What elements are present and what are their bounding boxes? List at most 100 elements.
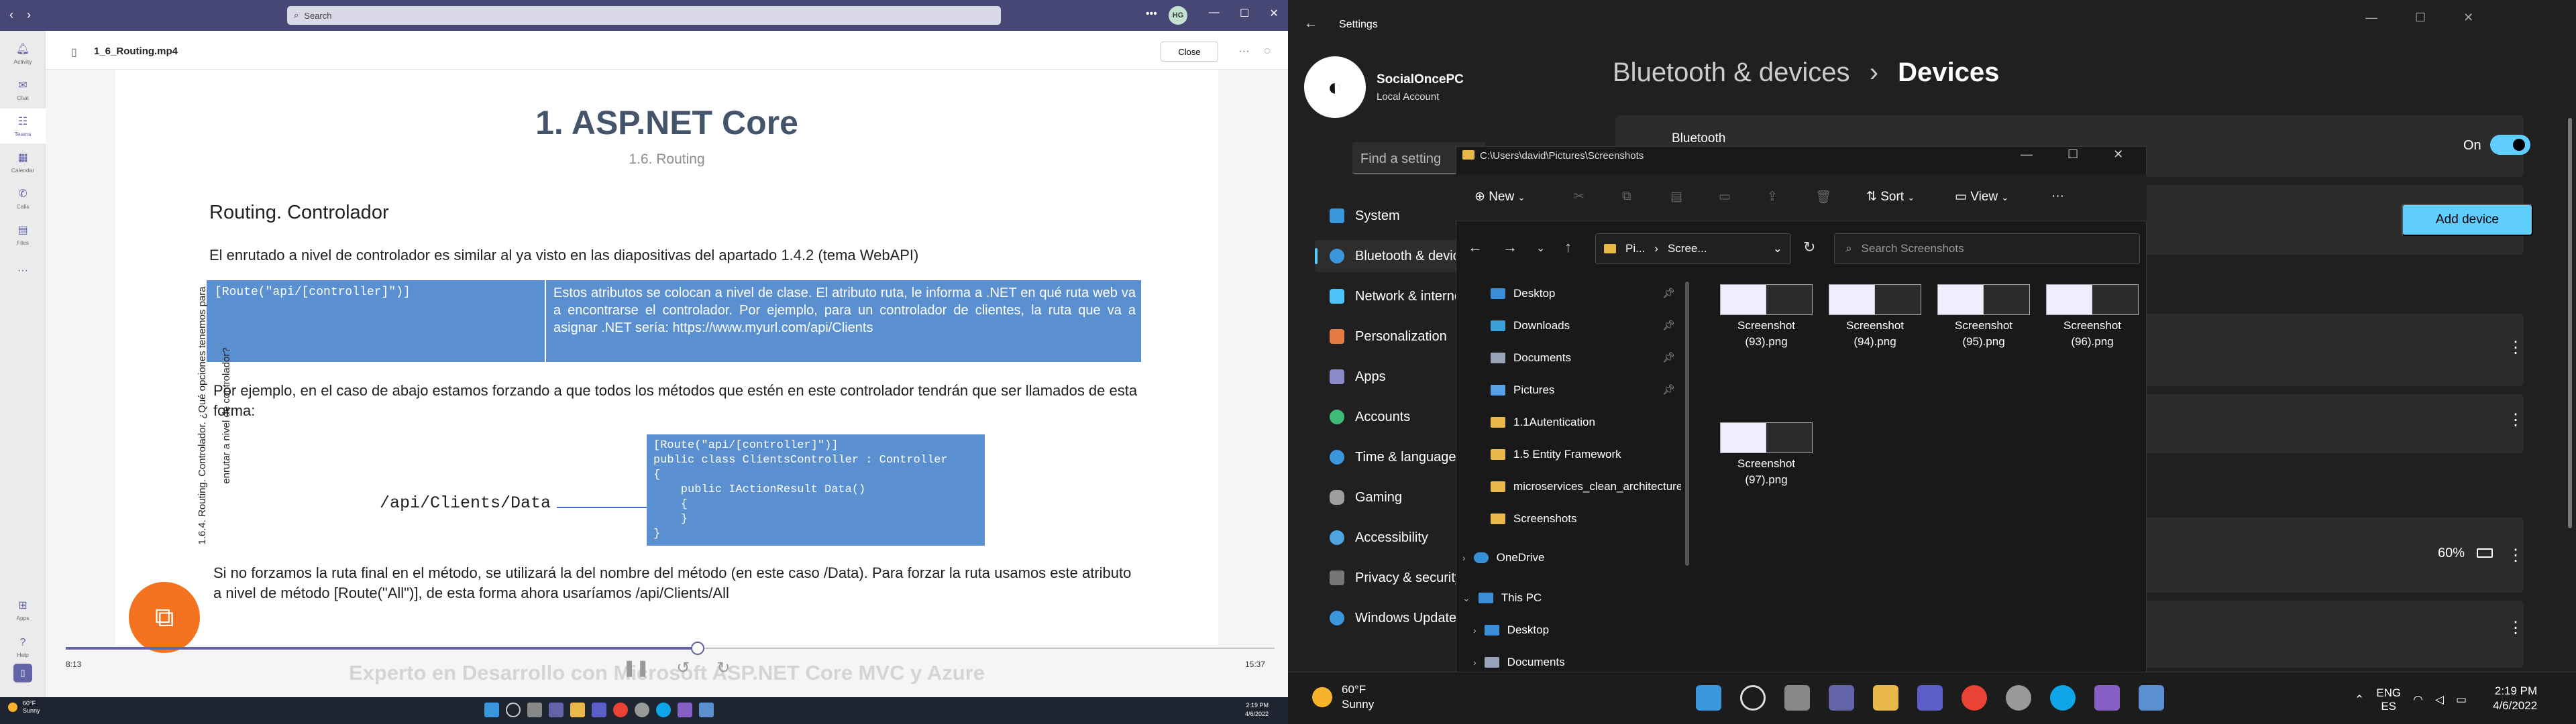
close-icon[interactable]: ✕ [1269, 7, 1278, 20]
user-avatar[interactable]: ◐ [1304, 56, 1366, 118]
volume-icon[interactable]: ◁ [2435, 693, 2444, 707]
teams-icon[interactable] [592, 703, 606, 717]
close-icon[interactable]: ✕ [2463, 11, 2473, 25]
rail-files[interactable]: ▤ Files [0, 217, 46, 252]
avatar[interactable]: HG [1169, 6, 1187, 25]
language-indicator[interactable]: ENG ES [2376, 686, 2401, 713]
file-name[interactable]: Screenshot (97).png [1716, 456, 1817, 488]
view-button[interactable]: ▭ View ⌄ [1955, 189, 2008, 204]
weather-widget[interactable]: 60°F Sunny [1312, 682, 1374, 712]
rail-calls[interactable]: ✆ Calls [0, 181, 46, 216]
file-thumbnail[interactable] [2046, 284, 2139, 315]
snipping-tool-icon[interactable] [699, 703, 714, 717]
chat-icon[interactable]: ◌ [1264, 44, 1271, 58]
more-options-icon[interactable]: ··· [2051, 189, 2064, 204]
tree-item-folder[interactable]: 1.1Autentication [1476, 409, 1677, 436]
add-device-button[interactable]: Add device [2402, 204, 2533, 236]
tree-item-downloads[interactable]: Downloads [1476, 312, 1677, 339]
search-icon[interactable] [506, 703, 521, 717]
back-arrow-icon[interactable]: ← [1468, 239, 1483, 256]
breadcrumb-item[interactable]: Pi... [1625, 242, 1645, 255]
tree-item-desktop[interactable]: Desktop [1476, 280, 1677, 307]
file-thumbnail[interactable] [1720, 284, 1813, 315]
more-options-icon[interactable]: ⋮ [2508, 546, 2524, 565]
more-options-icon[interactable]: ⋮ [2508, 618, 2524, 638]
chevron-up-icon[interactable]: ⌃ [2355, 693, 2364, 707]
rail-activity[interactable]: 🔔︎ Activity [0, 36, 46, 71]
rail-calendar[interactable]: ▦ Calendar [0, 145, 46, 180]
file-name[interactable]: Screenshot (94).png [1825, 318, 1925, 350]
forward-icon[interactable]: ↻ [716, 658, 730, 678]
tree-item-desktop[interactable]: › Desktop [1473, 617, 1674, 644]
seek-handle[interactable] [691, 642, 705, 655]
rename-icon[interactable]: ▭ [1719, 189, 1731, 204]
more-options-icon[interactable]: ··· [1238, 44, 1250, 58]
file-name[interactable]: Screenshot (93).png [1716, 318, 1817, 350]
edge-icon[interactable] [2050, 685, 2076, 711]
task-view-icon[interactable] [1784, 685, 1810, 711]
tree-scrollbar[interactable] [1685, 282, 1689, 566]
pause-icon[interactable]: ❚❚ [623, 658, 649, 678]
rail-help[interactable]: ? Help [0, 630, 46, 665]
chat-icon[interactable] [1829, 685, 1854, 711]
chrome-icon[interactable] [613, 703, 628, 717]
new-button[interactable]: ⊕ New ⌄ [1474, 189, 1525, 204]
file-explorer-icon[interactable] [570, 703, 585, 717]
start-icon[interactable] [1696, 685, 1721, 711]
tree-item-pictures[interactable]: Pictures [1476, 377, 1677, 404]
clock[interactable]: 2:19 PM 4/6/2022 [2493, 684, 2537, 713]
rail-chat[interactable]: ✉ Chat [0, 72, 46, 107]
refresh-icon[interactable]: ↻ [1803, 239, 1815, 256]
search-input[interactable]: ⌕ Search Screenshots [1834, 233, 2140, 264]
clock[interactable]: 2:19 PM 4/6/2022 [1245, 701, 1269, 719]
delete-icon[interactable]: 🗑︎ [1815, 189, 1831, 205]
chevron-down-icon[interactable]: ⌄ [1773, 242, 1782, 255]
address-bar[interactable]: Pi... › Scree... ⌄ [1595, 233, 1791, 264]
wifi-icon[interactable]: ◠ [2413, 693, 2423, 707]
copy-icon[interactable]: ⧉ [1622, 189, 1631, 204]
minimize-icon[interactable]: — [2021, 147, 2033, 162]
settings-icon[interactable] [2006, 685, 2031, 711]
breadcrumb-item[interactable]: Scree... [1668, 242, 1707, 255]
forward-arrow-icon[interactable]: → [1503, 239, 1517, 256]
start-icon[interactable] [484, 703, 499, 717]
more-options-icon[interactable]: ⋮ [2508, 338, 2524, 357]
minimize-icon[interactable]: — [2365, 11, 2377, 25]
breadcrumb-parent[interactable]: Bluetooth & devices [1613, 58, 1850, 87]
close-icon[interactable]: ✕ [2113, 147, 2123, 162]
tree-item-this-pc[interactable]: ⌄ This PC [1462, 585, 1664, 611]
battery-icon[interactable]: ▭ [2456, 693, 2467, 707]
search-icon[interactable] [1740, 685, 1766, 711]
file-thumbnail[interactable] [1720, 422, 1813, 453]
maximize-icon[interactable]: ☐ [2415, 11, 2426, 25]
forward-arrow-icon[interactable]: › [27, 8, 31, 22]
tree-item-screenshots[interactable]: Screenshots [1476, 505, 1677, 532]
presentation-icon[interactable]: ⧉ [129, 582, 200, 653]
recent-locations-icon[interactable]: ⌄ [1536, 241, 1545, 255]
rail-apps[interactable]: ⊞ Apps [0, 593, 46, 627]
rail-teams[interactable]: ☷ Teams [0, 109, 46, 143]
rewind-icon[interactable]: ↺ [676, 658, 690, 678]
close-button[interactable]: Close [1161, 42, 1218, 62]
file-explorer-icon[interactable] [1873, 685, 1898, 711]
sort-button[interactable]: ⇅ Sort ⌄ [1866, 189, 1915, 204]
maximize-icon[interactable]: ☐ [2068, 147, 2078, 162]
settings-icon[interactable] [635, 703, 649, 717]
teams-icon[interactable] [1917, 685, 1943, 711]
weather-widget[interactable]: 60°F Sunny [8, 700, 40, 715]
chat-icon[interactable] [549, 703, 564, 717]
snipping-tool-icon[interactable] [2139, 685, 2164, 711]
more-options-icon[interactable]: ⋮ [2508, 410, 2524, 430]
search-input[interactable]: ⌕ Search [287, 6, 1001, 25]
back-arrow-icon[interactable]: ← [1304, 16, 1318, 32]
mobile-icon[interactable]: ▯ [13, 664, 32, 682]
file-name[interactable]: Screenshot (95).png [1933, 318, 2034, 350]
maximize-icon[interactable]: ☐ [1240, 7, 1249, 20]
file-thumbnail[interactable] [1829, 284, 1921, 315]
visual-studio-icon[interactable] [678, 703, 692, 717]
paste-icon[interactable]: ▤ [1670, 189, 1682, 204]
back-arrow-icon[interactable]: ‹ [9, 8, 13, 22]
share-icon[interactable]: ⇪ [1767, 189, 1778, 204]
settings-scrollbar[interactable] [2568, 118, 2572, 528]
edge-icon[interactable] [656, 703, 671, 717]
